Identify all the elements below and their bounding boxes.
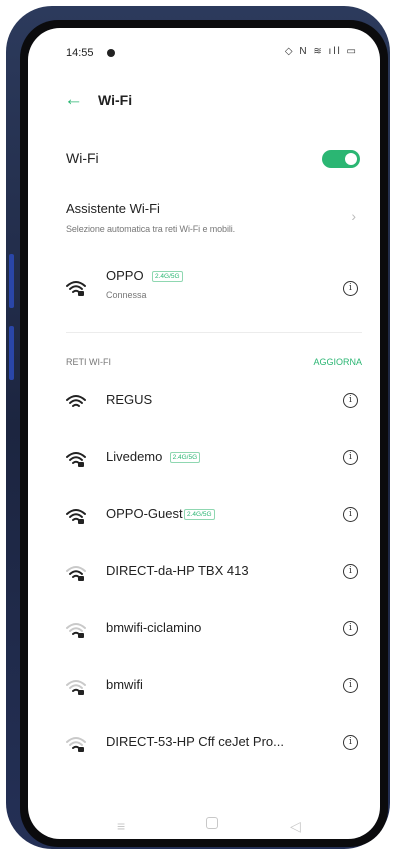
status-time: 14:55 [66,47,94,59]
status-icons: ◇ N ≋ ıll ▭ [284,46,358,57]
info-icon[interactable]: i [343,393,358,408]
toggle-knob [345,153,357,165]
assistant-title[interactable]: Assistente Wi-Fi [66,201,160,216]
wifi-lock-icon [66,737,86,752]
menu-icon[interactable]: ≡ [117,818,125,834]
wifi-icon [66,395,86,407]
network-name: bmwifi-ciclamino [106,620,202,635]
band-badge: 2.4G/5G [152,271,183,282]
wifi-lock-icon [66,623,86,638]
wifi-lock-icon [66,566,86,581]
power-button [9,326,14,380]
home-icon[interactable] [206,817,218,829]
phone-frame: 14:55 ◇ N ≋ ıll ▭ ← Wi-Fi Wi-Fi Assisten… [6,6,390,849]
wifi-lock-icon [66,281,86,296]
info-icon[interactable]: i [343,678,358,693]
back-nav-icon[interactable]: ◁ [290,818,301,835]
wifi-lock-icon [66,452,86,467]
chevron-right-icon[interactable]: › [351,208,356,224]
info-icon[interactable]: i [343,507,358,522]
band-badge: 2.4G/5G [184,509,215,520]
network-name: DIRECT-53-HP Cff ceJet Pro... [106,734,284,749]
network-name: OPPO-Guest [106,506,183,521]
back-arrow-icon[interactable]: ← [64,90,83,110]
volume-button [9,254,14,308]
network-name: REGUS [106,392,153,407]
info-icon[interactable]: i [343,621,358,636]
info-icon[interactable]: i [343,281,358,296]
wifi-toggle-label: Wi-Fi [66,150,99,166]
info-icon[interactable]: i [343,564,358,579]
network-name: bmwifi [106,677,143,692]
divider [66,332,362,333]
refresh-button[interactable]: AGGIORNA [313,357,362,367]
assistant-subtitle: Selezione automatica tra reti Wi-Fi e mo… [66,224,236,234]
connected-network-name: OPPO [106,268,144,283]
wifi-toggle[interactable] [322,150,360,168]
network-name: DIRECT-da-HP TBX 413 [106,563,249,578]
notification-icon [107,49,115,57]
section-label: RETI WI-FI [66,357,111,367]
connected-status: Connessa [106,290,147,300]
info-icon[interactable]: i [343,450,358,465]
wifi-lock-icon [66,509,86,524]
network-name: Livedemo [106,449,163,464]
page-title: Wi-Fi [98,92,133,108]
screen: 14:55 ◇ N ≋ ıll ▭ ← Wi-Fi Wi-Fi Assisten… [28,28,380,839]
info-icon[interactable]: i [343,735,358,750]
band-badge: 2.4G/5G [169,452,201,463]
wifi-lock-icon [66,680,86,695]
